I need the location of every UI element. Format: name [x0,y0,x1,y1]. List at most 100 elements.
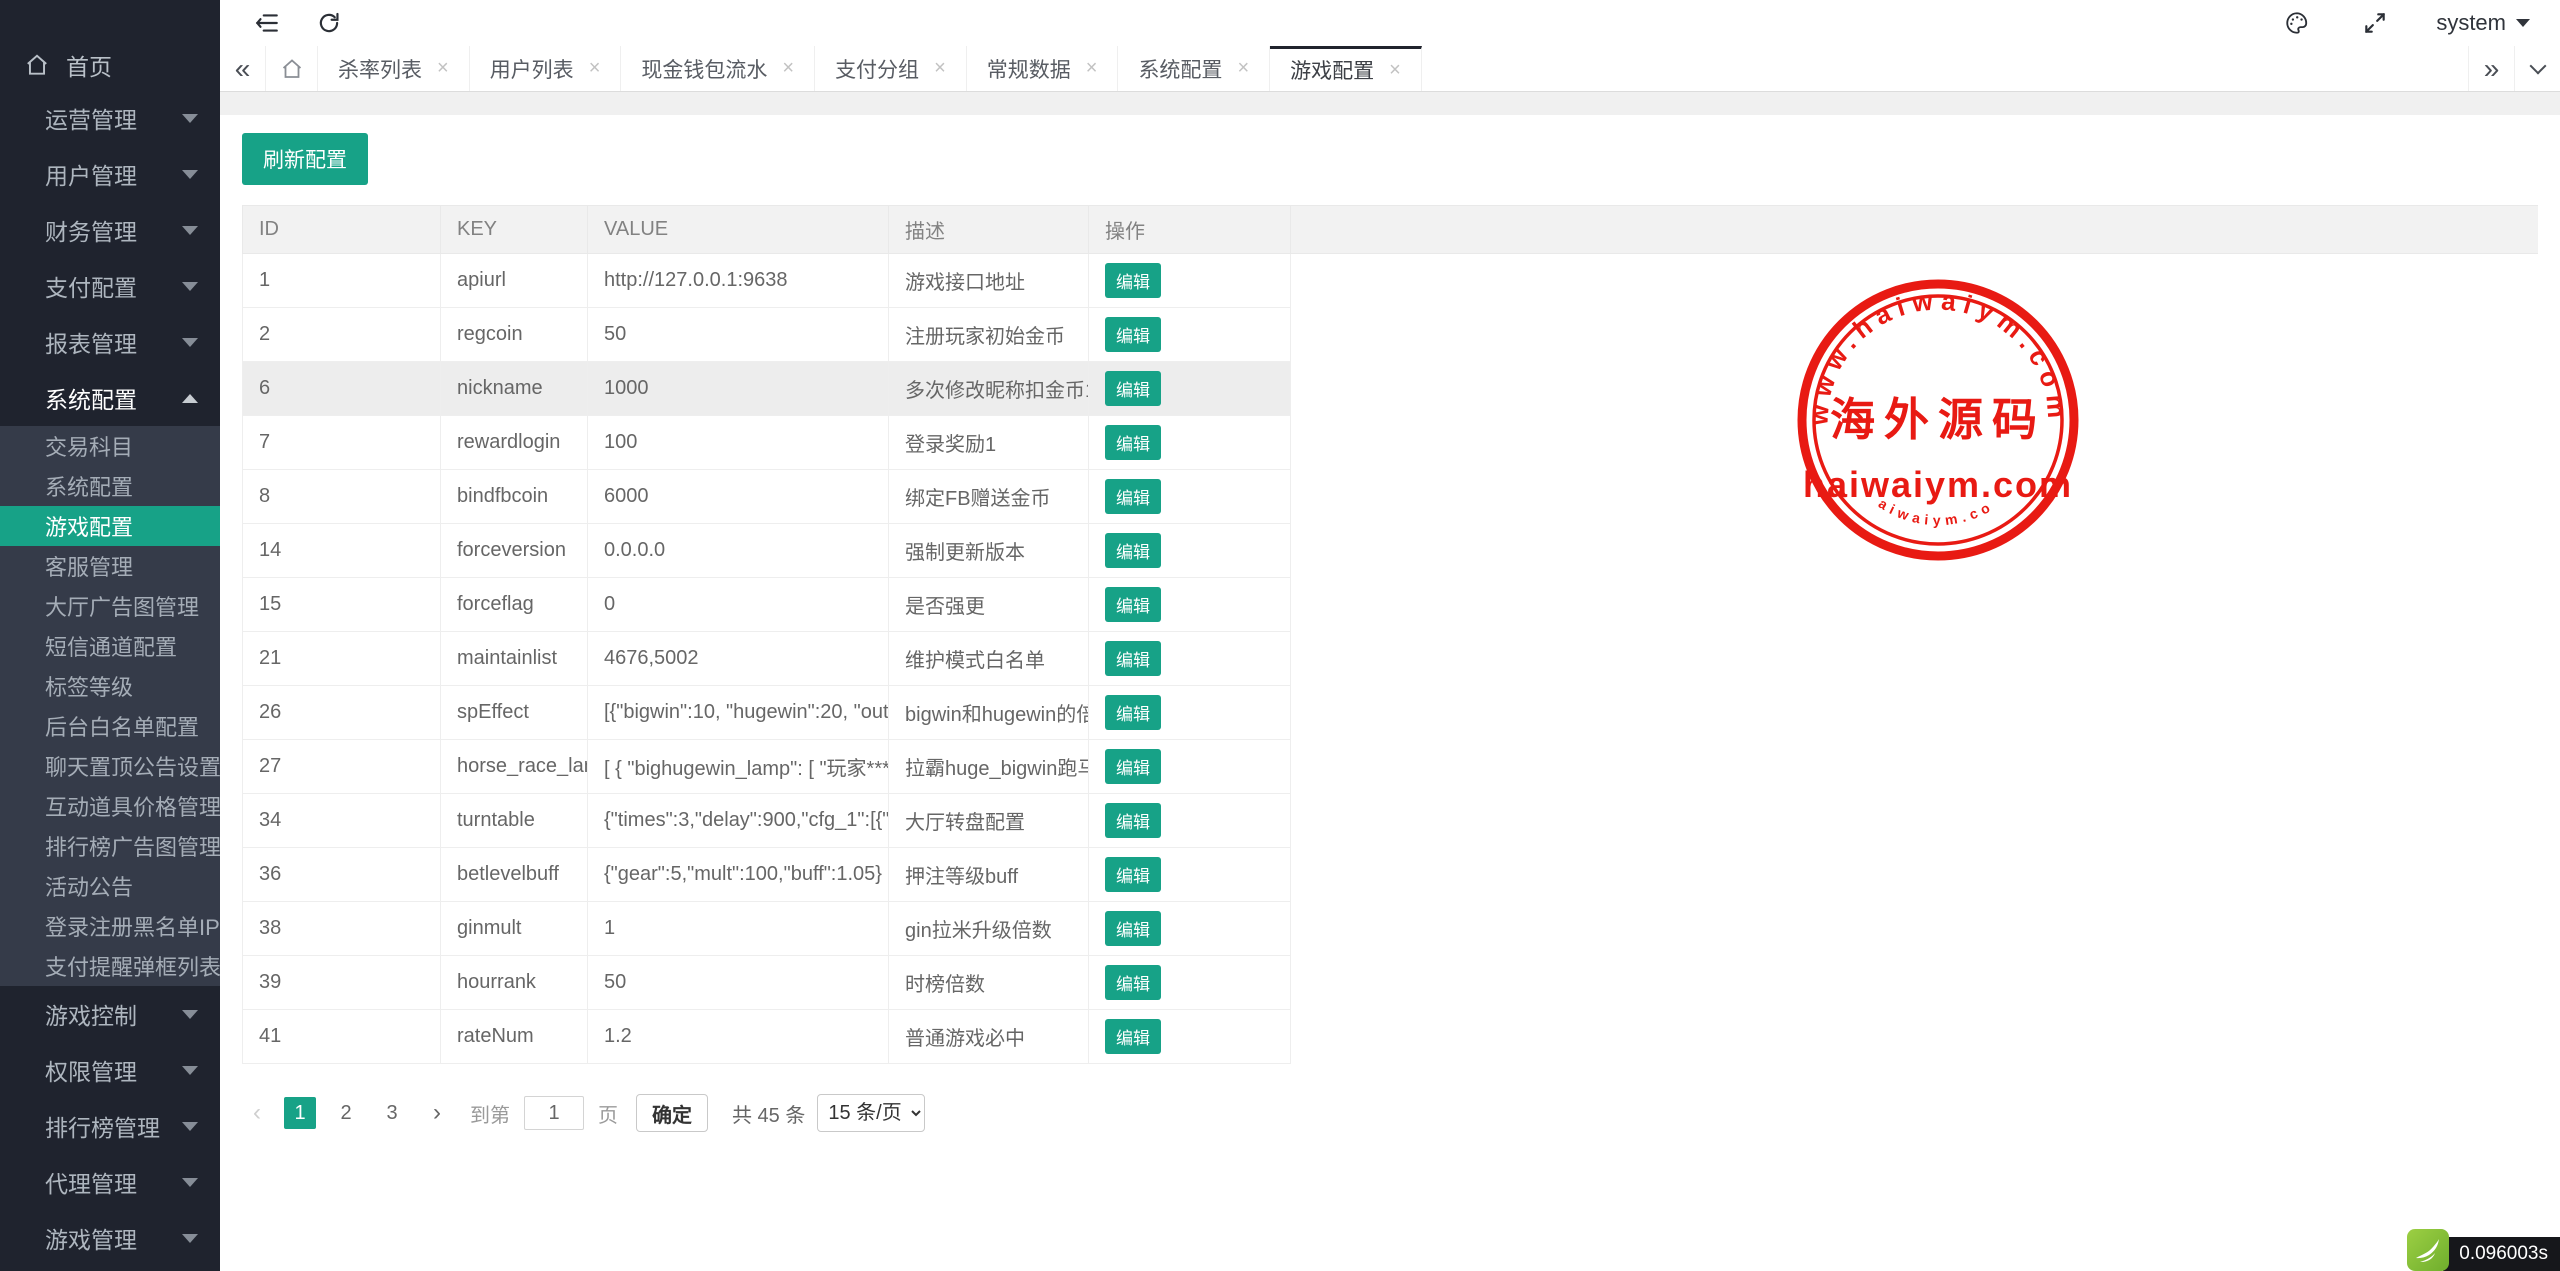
tab[interactable]: 杀率列表 × [318,46,470,91]
username: system [2436,10,2506,36]
prev-page-button[interactable]: ‹ [242,1099,272,1127]
fullscreen-icon [2362,10,2388,36]
sidebar-group[interactable]: 用户管理 [0,146,220,202]
edit-button[interactable]: 编辑 [1105,749,1161,784]
collapse-menu-button[interactable] [250,6,284,40]
page-number-button[interactable]: 3 [376,1097,408,1129]
close-icon[interactable]: × [1086,57,1098,80]
sidebar-group[interactable]: 代理管理 [0,1154,220,1210]
close-icon[interactable]: × [437,57,449,80]
collapse-menu-icon [254,10,280,36]
table-row: 39 hourrank 50 时榜倍数 编辑 [243,956,2539,1010]
sidebar-submenu-item[interactable]: 后台白名单配置 [0,706,220,746]
sidebar-submenu-item[interactable]: 聊天置顶公告设置 [0,746,220,786]
tab[interactable]: 常规数据 × [967,46,1119,91]
user-menu[interactable]: system [2436,10,2530,36]
sidebar-submenu-item[interactable]: 客服管理 [0,546,220,586]
sidebar-item-home[interactable]: 首页 [0,40,220,90]
edit-button[interactable]: 编辑 [1105,317,1161,352]
edit-button[interactable]: 编辑 [1105,911,1161,946]
sidebar-group-label: 游戏控制 [45,997,137,1031]
tabs-scroll-left-button[interactable]: « [220,46,266,91]
sidebar-submenu-item[interactable]: 排行榜广告图管理 [0,826,220,866]
cell-key: ginmult [441,902,588,956]
edit-button[interactable]: 编辑 [1105,641,1161,676]
cell-desc: 注册玩家初始金币 [889,308,1089,362]
close-icon[interactable]: × [1389,59,1401,82]
sidebar-group-system-config[interactable]: 系统配置 [0,370,220,426]
table-row: 7 rewardlogin 100 登录奖励1 编辑 [243,416,2539,470]
sidebar-group[interactable]: 权限管理 [0,1042,220,1098]
sidebar-submenu-item[interactable]: 标签等级 [0,666,220,706]
goto-suffix-label: 页 [598,1099,618,1128]
tab-label: 现金钱包流水 [641,54,767,84]
edit-button[interactable]: 编辑 [1105,587,1161,622]
next-page-button[interactable]: › [422,1099,452,1127]
cell-value: 4676,5002 [588,632,889,686]
page-number-button[interactable]: 2 [330,1097,362,1129]
goto-page-input[interactable] [524,1096,584,1130]
cell-action: 编辑 [1089,470,1291,524]
tab-label: 游戏配置 [1290,55,1374,85]
edit-button[interactable]: 编辑 [1105,1019,1161,1054]
sidebar-submenu-item[interactable]: 游戏配置 [0,506,220,546]
cell-action: 编辑 [1089,362,1291,416]
edit-button[interactable]: 编辑 [1105,803,1161,838]
cell-desc: 登录奖励1 [889,416,1089,470]
sidebar-submenu-item[interactable]: 系统配置 [0,466,220,506]
tab[interactable]: 游戏配置 × [1270,46,1422,91]
sidebar-group[interactable]: 排行榜管理 [0,1098,220,1154]
tabs-scroll-right-button[interactable]: » [2468,46,2514,91]
page-number-button[interactable]: 1 [284,1097,316,1129]
edit-button[interactable]: 编辑 [1105,857,1161,892]
edit-button[interactable]: 编辑 [1105,533,1161,568]
sidebar-submenu-item[interactable]: 支付提醒弹框列表 [0,946,220,986]
sidebar-group[interactable]: 游戏管理 [0,1210,220,1266]
refresh-button[interactable] [312,6,346,40]
tab-home[interactable] [266,46,318,91]
sidebar-group[interactable]: 支付配置 [0,258,220,314]
sidebar-group[interactable]: 游戏控制 [0,986,220,1042]
page-size-select[interactable]: 15 条/页 [817,1094,925,1132]
tabs-menu-button[interactable] [2514,46,2560,91]
cell-key: nickname [441,362,588,416]
close-icon[interactable]: × [782,57,794,80]
cell-id: 7 [243,416,441,470]
sidebar-group[interactable]: 运营管理 [0,90,220,146]
sidebar-submenu-item[interactable]: 登录注册黑名单IP [0,906,220,946]
tab[interactable]: 现金钱包流水 × [621,46,815,91]
sidebar-submenu-label: 登录注册黑名单IP [45,910,220,942]
fullscreen-button[interactable] [2358,6,2392,40]
close-icon[interactable]: × [934,57,946,80]
refresh-config-button[interactable]: 刷新配置 [242,133,368,185]
sidebar-submenu-item[interactable]: 短信通道配置 [0,626,220,666]
close-icon[interactable]: × [1237,57,1249,80]
sidebar-group[interactable]: 财务管理 [0,202,220,258]
goto-confirm-button[interactable]: 确定 [636,1094,708,1132]
sidebar-submenu-item[interactable]: 互动道具价格管理 [0,786,220,826]
cell-desc: 是否强更 [889,578,1089,632]
sidebar-submenu-item[interactable]: 交易科目 [0,426,220,466]
edit-button[interactable]: 编辑 [1105,425,1161,460]
tab[interactable]: 系统配置 × [1118,46,1270,91]
cell-action: 编辑 [1089,254,1291,308]
sidebar-group[interactable]: 报表管理 [0,314,220,370]
cell-action: 编辑 [1089,416,1291,470]
edit-button[interactable]: 编辑 [1105,479,1161,514]
close-icon[interactable]: × [589,57,601,80]
sidebar-submenu: 交易科目 系统配置 游戏配置 客服管理 大厅广告图管理 短信通道配置 标签等 [0,426,220,986]
sidebar-submenu-item[interactable]: 活动公告 [0,866,220,906]
tab[interactable]: 用户列表 × [470,46,622,91]
cell-key: rewardlogin [441,416,588,470]
sidebar-submenu-label: 交易科目 [45,430,133,462]
sidebar-group-label: 排行榜管理 [45,1109,160,1143]
sidebar-groups-top: 运营管理 用户管理 财务管理 支付配置 报表管理 [0,90,220,370]
edit-button[interactable]: 编辑 [1105,371,1161,406]
sidebar-submenu-item[interactable]: 大厅广告图管理 [0,586,220,626]
edit-button[interactable]: 编辑 [1105,965,1161,1000]
tab[interactable]: 支付分组 × [815,46,967,91]
table-row: 38 ginmult 1 gin拉米升级倍数 编辑 [243,902,2539,956]
edit-button[interactable]: 编辑 [1105,263,1161,298]
theme-button[interactable] [2280,6,2314,40]
edit-button[interactable]: 编辑 [1105,695,1161,730]
